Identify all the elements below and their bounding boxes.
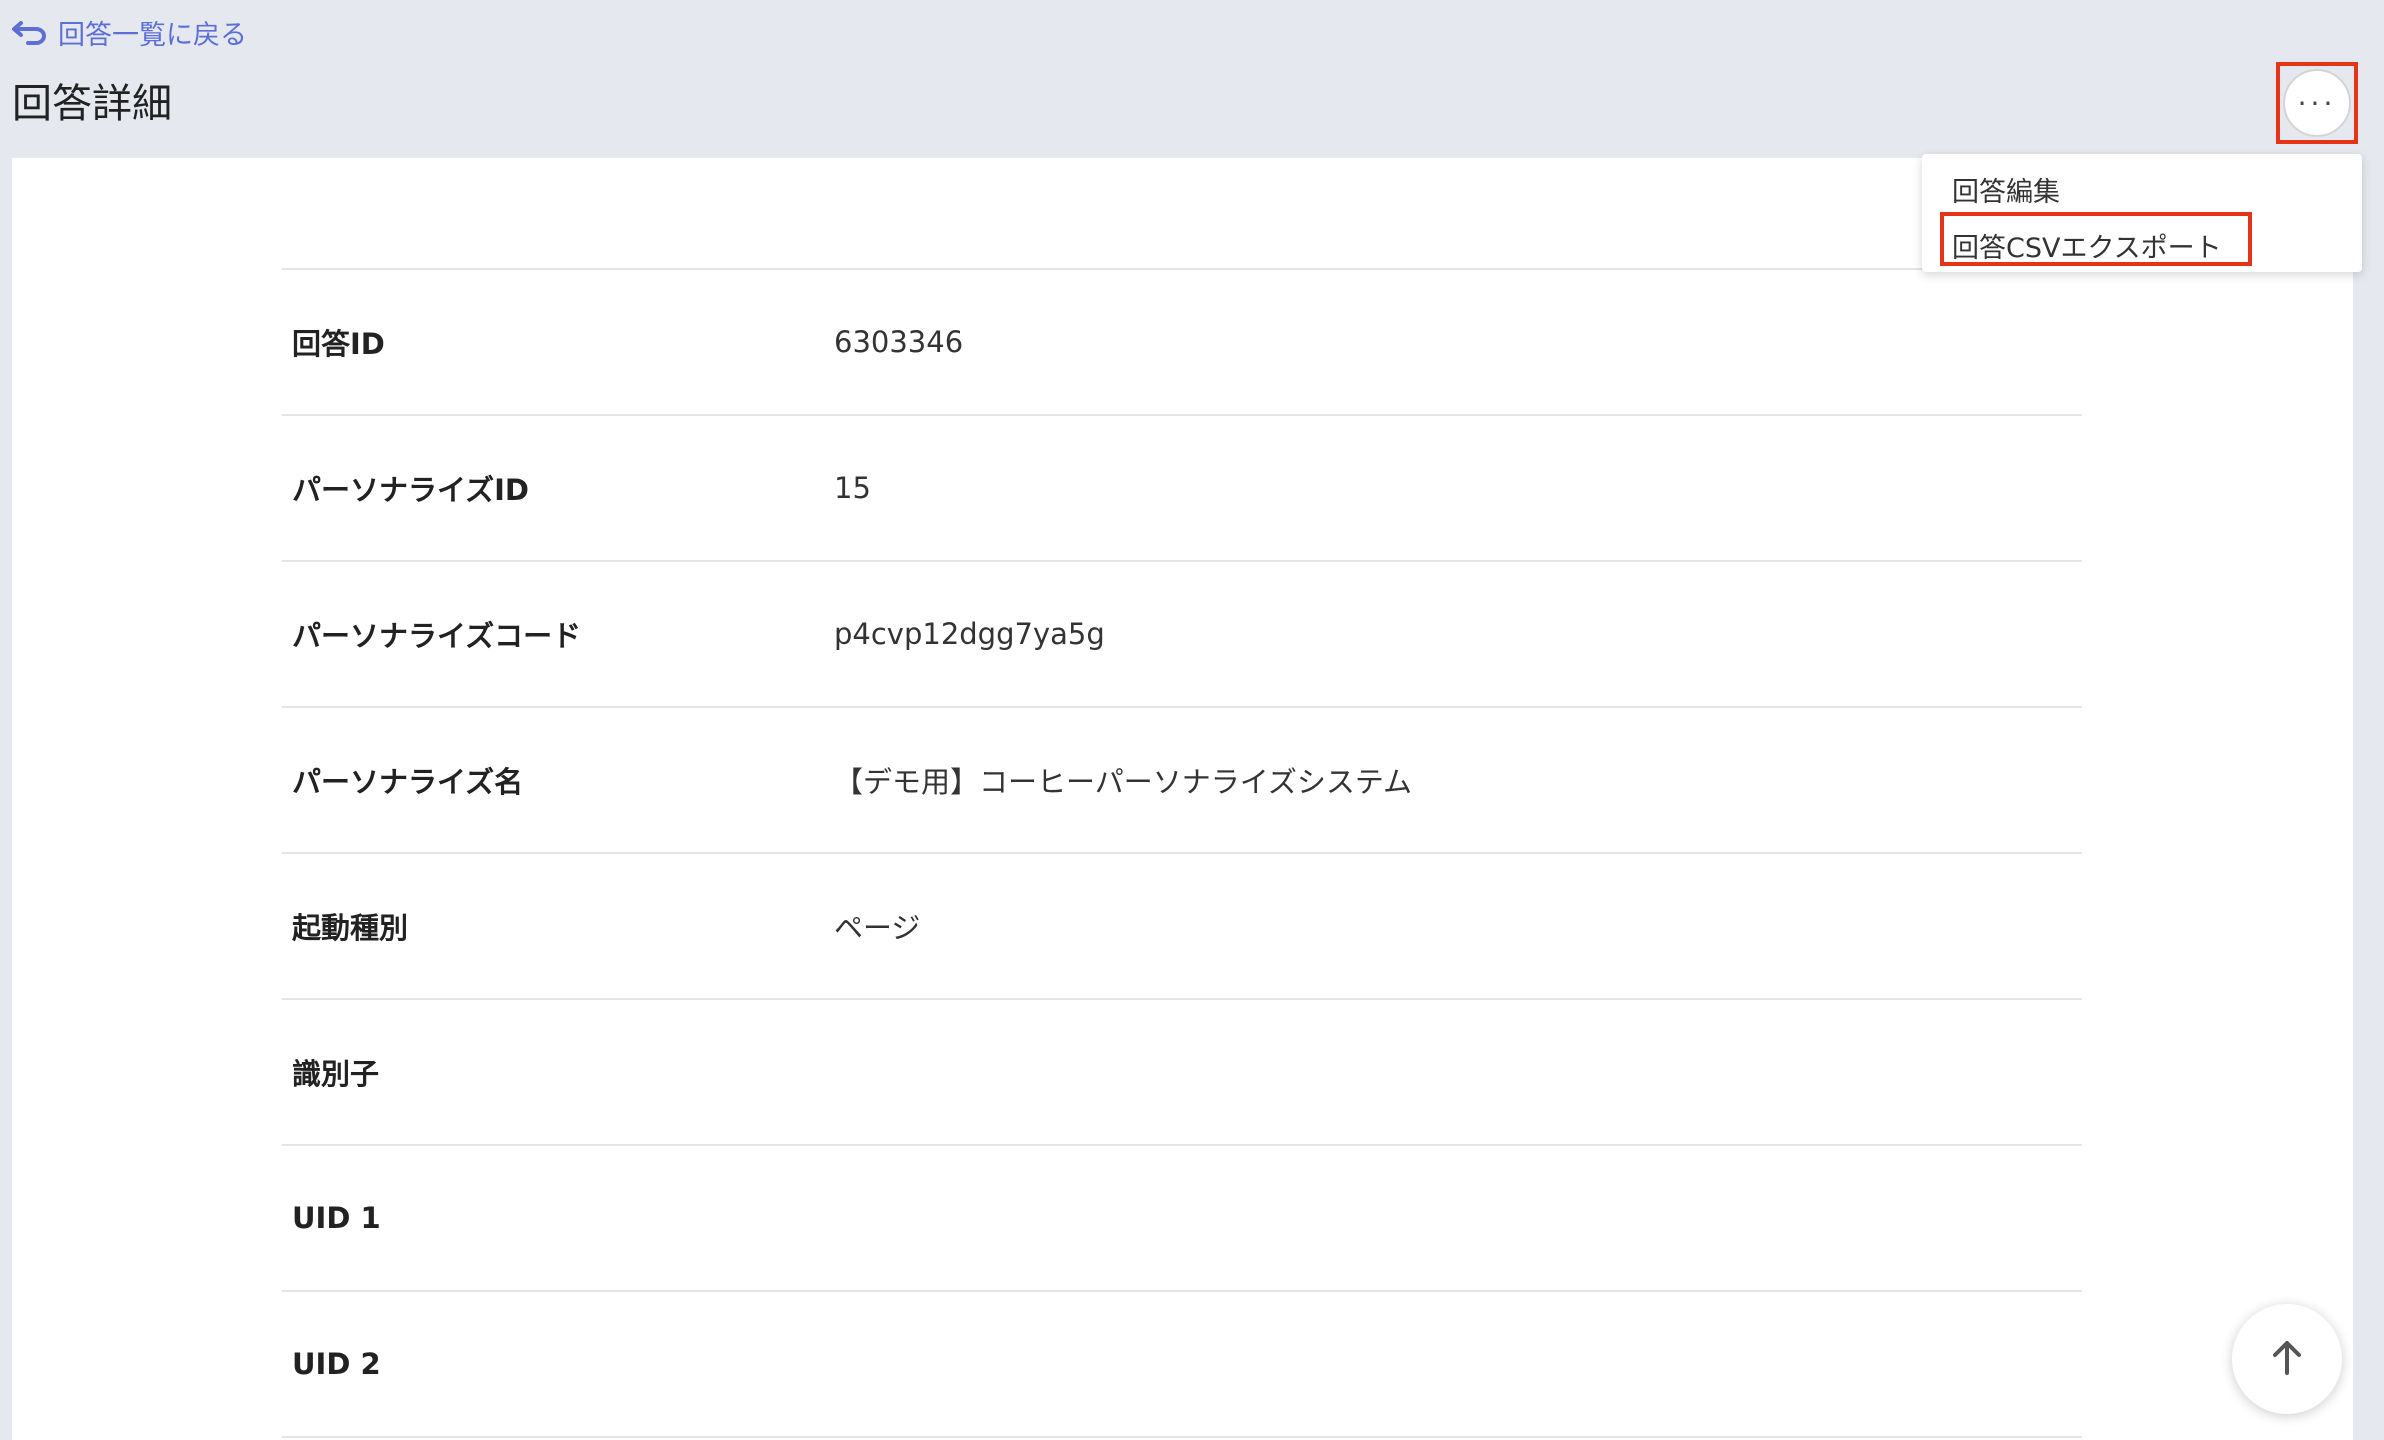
detail-label: UID 1: [292, 1201, 381, 1235]
detail-table: 回答ID 6303346 パーソナライズID 15 パーソナライズコード p4c…: [282, 268, 2082, 1438]
more-horizontal-icon: ···: [2297, 86, 2337, 120]
detail-value: 6303346: [834, 325, 964, 359]
detail-row-personalize-name: パーソナライズ名 【デモ用】コーヒーパーソナライズシステム: [282, 708, 2082, 854]
undo-arrow-icon: [12, 19, 48, 45]
detail-row-personalize-code: パーソナライズコード p4cvp12dgg7ya5g: [282, 562, 2082, 708]
scroll-to-top-button[interactable]: [2232, 1304, 2342, 1414]
detail-row-response-id: 回答ID 6303346: [282, 270, 2082, 416]
page-title: 回答詳細: [12, 81, 172, 127]
detail-label: パーソナライズID: [292, 473, 529, 507]
detail-value: ページ: [834, 911, 921, 945]
detail-label: 識別子: [292, 1057, 380, 1091]
detail-row-uid-1: UID 1: [282, 1146, 2082, 1292]
detail-label: パーソナライズコード: [292, 619, 582, 653]
menu-item-export-csv[interactable]: 回答CSVエクスポート: [1952, 226, 2222, 265]
detail-row-identifier: 識別子: [282, 1000, 2082, 1146]
back-link-label: 回答一覧に戻る: [58, 19, 247, 51]
menu-item-edit-response[interactable]: 回答編集: [1952, 170, 2060, 209]
detail-label: UID 2: [292, 1347, 381, 1381]
detail-row-launch-type: 起動種別 ページ: [282, 854, 2082, 1000]
dropdown-menu: 回答編集 回答CSVエクスポート: [1922, 154, 2362, 272]
detail-label: パーソナライズ名: [292, 765, 524, 799]
detail-value: 【デモ用】コーヒーパーソナライズシステム: [834, 765, 1412, 799]
detail-card: 回答ID 6303346 パーソナライズID 15 パーソナライズコード p4c…: [12, 158, 2353, 1440]
back-to-list-link[interactable]: 回答一覧に戻る: [12, 14, 247, 51]
detail-row-personalize-id: パーソナライズID 15: [282, 416, 2082, 562]
detail-label: 回答ID: [292, 327, 385, 361]
arrow-up-icon: [2269, 1337, 2305, 1381]
more-options-button[interactable]: ···: [2283, 69, 2351, 137]
detail-value: 15: [834, 471, 871, 505]
detail-value: p4cvp12dgg7ya5g: [834, 617, 1105, 651]
detail-label: 起動種別: [292, 911, 409, 945]
menu-button-highlight: ···: [2276, 62, 2358, 144]
detail-row-uid-2: UID 2: [282, 1292, 2082, 1438]
